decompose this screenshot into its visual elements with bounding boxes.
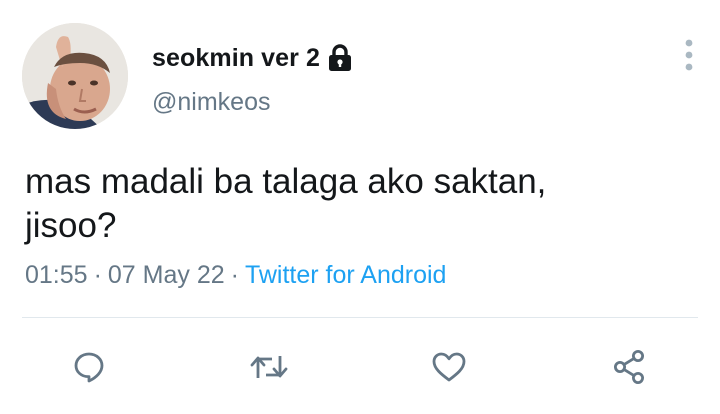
- share-button[interactable]: [604, 342, 654, 392]
- display-name[interactable]: seokmin ver 2: [152, 44, 320, 73]
- avatar-image: [22, 23, 128, 129]
- tweet-date: 07 May 22: [107, 261, 225, 289]
- avatar[interactable]: [22, 23, 128, 129]
- reply-button[interactable]: [64, 342, 114, 392]
- retweet-icon: [249, 350, 289, 384]
- heart-icon: [431, 350, 467, 384]
- display-name-row[interactable]: seokmin ver 2: [152, 40, 353, 76]
- tweet-text: mas madali ba talaga ako saktan, jisoo?: [25, 160, 665, 248]
- share-icon: [611, 349, 647, 385]
- tweet-text-line-2: jisoo?: [25, 206, 117, 245]
- meta-separator: ·: [230, 261, 239, 289]
- divider: [22, 317, 698, 318]
- tweet-source-link[interactable]: Twitter for Android: [245, 261, 446, 289]
- like-button[interactable]: [424, 342, 474, 392]
- reply-icon: [72, 350, 106, 384]
- tweet-card: seokmin ver 2 @nimkeos mas madali ba tal…: [0, 0, 720, 414]
- retweet-button[interactable]: [244, 342, 294, 392]
- user-handle[interactable]: @nimkeos: [152, 88, 270, 117]
- more-vertical-icon[interactable]: [678, 38, 700, 72]
- tweet-time: 01:55: [25, 261, 88, 289]
- lock-icon: [327, 43, 353, 73]
- tweet-meta: 01:55 · 07 May 22 · Twitter for Android: [25, 261, 446, 290]
- tweet-text-line-1: mas madali ba talaga ako saktan,: [25, 162, 547, 201]
- meta-separator: ·: [93, 261, 102, 289]
